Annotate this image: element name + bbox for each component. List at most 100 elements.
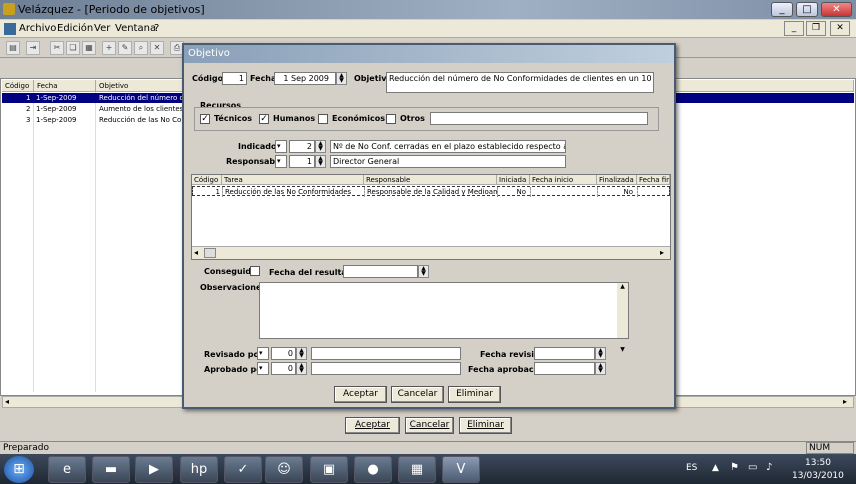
aprobado-field[interactable]	[311, 362, 461, 375]
export-icon[interactable]: ⇥	[26, 41, 40, 55]
menu-ventana[interactable]: Ventana	[115, 23, 156, 34]
main-cancelar-button[interactable]: Cancelar	[405, 417, 454, 434]
responsable-spinner[interactable]: ▲ ▼	[315, 155, 326, 168]
indicador-number[interactable]: 2	[289, 140, 315, 153]
main-aceptar-button[interactable]: Aceptar	[345, 417, 400, 434]
dialog-aceptar-button[interactable]: Aceptar	[334, 386, 387, 403]
tecnicos-checkbox[interactable]: ✓	[200, 114, 210, 124]
tareas-header-finalizada[interactable]: Finalizada	[597, 175, 637, 185]
otros-field[interactable]	[430, 112, 648, 125]
tareas-header-fecha-inicio[interactable]: Fecha inicio	[530, 175, 597, 185]
fecha-revision-spinner[interactable]: ▲ ▼	[595, 347, 606, 360]
mdi-restore-button[interactable]: ❐	[806, 21, 826, 36]
flag-icon[interactable]: ⚑	[730, 462, 739, 473]
humanos-checkbox[interactable]: ✓	[259, 114, 269, 124]
menu-ver[interactable]: Ver	[94, 23, 110, 34]
chart-app-icon[interactable]: ✓	[224, 456, 262, 483]
fecha-resultado-field[interactable]	[343, 265, 418, 278]
responsable-field[interactable]: Director General	[330, 155, 566, 168]
indicador-field[interactable]: Nº de No Conf. cerradas en el plazo esta…	[330, 140, 566, 153]
open-icon[interactable]: ▤	[6, 41, 20, 55]
conseguido-label: Conseguido	[204, 267, 257, 276]
firefox-icon[interactable]: ●	[354, 456, 392, 483]
cut-icon[interactable]: ✂	[50, 41, 64, 55]
velazquez-taskbar-icon[interactable]: V	[442, 456, 480, 483]
tareas-header-tarea[interactable]: Tarea	[222, 175, 364, 185]
window-title: Velázquez - [Periodo de objetivos]	[18, 3, 205, 16]
maximize-button[interactable]: □	[796, 2, 818, 17]
mdi-close-button[interactable]: ✕	[830, 21, 850, 36]
tareas-header-iniciada[interactable]: Iniciada	[497, 175, 530, 185]
otros-checkbox[interactable]	[386, 114, 396, 124]
mdi-minimize-button[interactable]: _	[784, 21, 804, 36]
revisado-lookup-icon[interactable]: ▾	[257, 347, 269, 360]
aprobado-number[interactable]: 0	[271, 362, 296, 375]
revisado-number[interactable]: 0	[271, 347, 296, 360]
hp-icon[interactable]: hp	[180, 456, 218, 483]
responsable-number[interactable]: 1	[289, 155, 315, 168]
volume-icon[interactable]: ♪	[766, 462, 772, 473]
minimize-button[interactable]: _	[771, 2, 793, 17]
menu-help[interactable]: ?	[154, 23, 159, 34]
language-indicator[interactable]: ES	[686, 463, 697, 473]
dialog-cancelar-button[interactable]: Cancelar	[391, 386, 444, 403]
close-button[interactable]: ✕	[821, 2, 852, 17]
indicador-lookup-icon[interactable]: ▾	[275, 140, 287, 153]
clock-time[interactable]: 13:50	[805, 458, 831, 468]
indicador-spinner[interactable]: ▲ ▼	[315, 140, 326, 153]
internet-explorer-icon[interactable]: e	[48, 456, 86, 483]
responsable-lookup-icon[interactable]: ▾	[275, 155, 287, 168]
network-icon[interactable]: ▭	[748, 462, 757, 473]
fecha-field[interactable]: 1 Sep 2009	[274, 72, 336, 85]
menu-edicion[interactable]: Edición	[57, 23, 93, 34]
scroll-right-icon[interactable]: ▸	[843, 397, 847, 406]
tareas-header-responsable[interactable]: Responsable	[364, 175, 497, 185]
conseguido-checkbox[interactable]	[250, 266, 260, 276]
clock-date[interactable]: 13/03/2010	[792, 471, 844, 481]
aprobado-lookup-icon[interactable]: ▾	[257, 362, 269, 375]
fecha-spinner[interactable]: ▲ ▼	[336, 72, 347, 85]
economicos-checkbox[interactable]	[318, 114, 328, 124]
scroll-left-icon[interactable]: ◂	[194, 248, 198, 257]
tecnicos-label: Técnicos	[214, 114, 252, 123]
tray-arrow-icon[interactable]: ▲	[712, 463, 719, 473]
image-app-icon[interactable]: ▣	[310, 456, 348, 483]
objetivo-field[interactable]: Reducción del número de No Conformidades…	[386, 72, 654, 93]
revisado-spinner[interactable]: ▲ ▼	[296, 347, 307, 360]
mdi-icon	[4, 23, 16, 35]
paste-icon[interactable]: ▦	[82, 41, 96, 55]
main-eliminar-button[interactable]: Eliminar	[459, 417, 512, 434]
start-button[interactable]: ⊞	[4, 456, 34, 483]
fecha-aprobacion-field[interactable]	[534, 362, 595, 375]
codigo-field[interactable]: 1	[222, 72, 247, 85]
folder-icon[interactable]: ▬	[92, 456, 130, 483]
new-record-icon[interactable]: +	[102, 41, 116, 55]
menu-archivo[interactable]: Archivo	[19, 23, 56, 34]
observaciones-textarea[interactable]	[259, 282, 629, 339]
revisado-field[interactable]	[311, 347, 461, 360]
table-row[interactable]: 1 Reducción de las No Conformidades Resp…	[192, 186, 670, 197]
revisado-label: Revisado por	[204, 350, 263, 359]
media-player-icon[interactable]: ▶	[135, 456, 173, 483]
scroll-left-icon[interactable]: ◂	[5, 397, 9, 406]
objetivo-dialog: Objetivo Código 1 Fecha 1 Sep 2009 ▲ ▼ Ob…	[182, 43, 676, 409]
copy-icon[interactable]: ❏	[66, 41, 80, 55]
delete-icon[interactable]: ✕	[150, 41, 164, 55]
grid-header-codigo[interactable]: Código	[2, 80, 34, 92]
search-icon[interactable]: ⌕	[134, 41, 148, 55]
dialog-eliminar-button[interactable]: Eliminar	[448, 386, 501, 403]
tareas-header-codigo[interactable]: Código	[192, 175, 222, 185]
aprobado-spinner[interactable]: ▲ ▼	[296, 362, 307, 375]
observaciones-scrollbar[interactable]: ▲ ▼	[617, 283, 628, 353]
calculator-app-icon[interactable]: ▦	[398, 456, 436, 483]
scroll-thumb[interactable]	[204, 248, 216, 258]
fecha-resultado-spinner[interactable]: ▲ ▼	[418, 265, 429, 278]
tareas-header-fecha-fin[interactable]: Fecha fin	[637, 175, 670, 185]
grid-header-fecha[interactable]: Fecha	[34, 80, 96, 92]
fecha-revision-field[interactable]	[534, 347, 595, 360]
tareas-horizontal-scrollbar[interactable]: ◂ ▸	[192, 246, 670, 259]
scroll-right-icon[interactable]: ▸	[660, 248, 664, 257]
edit-icon[interactable]: ✎	[118, 41, 132, 55]
fecha-aprobacion-spinner[interactable]: ▲ ▼	[595, 362, 606, 375]
users-app-icon[interactable]: ☺	[265, 456, 303, 483]
